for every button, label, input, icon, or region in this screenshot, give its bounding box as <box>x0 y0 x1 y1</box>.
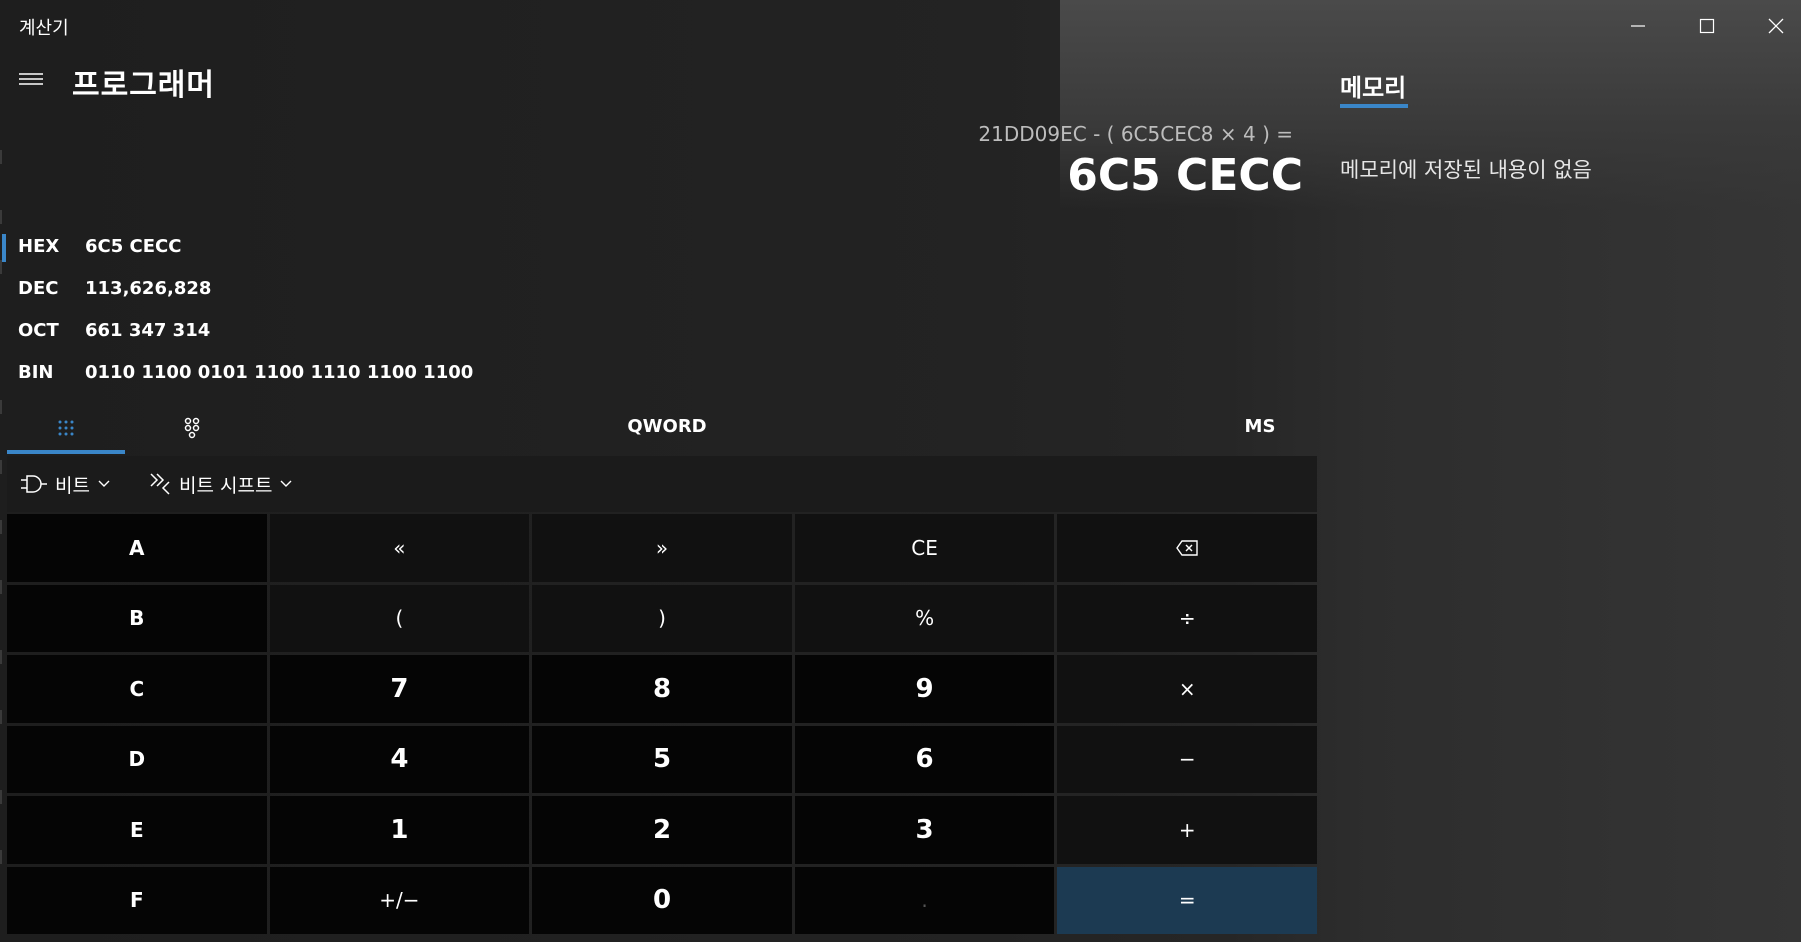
key-9[interactable]: 9 <box>794 655 1055 723</box>
maximize-icon <box>1699 18 1715 34</box>
key-close-paren[interactable]: ) <box>532 584 792 652</box>
maximize-button[interactable] <box>1684 8 1730 44</box>
key-right-shift[interactable]: » <box>532 514 792 582</box>
key-a[interactable]: A <box>7 514 267 582</box>
radix-row-oct[interactable]: OCT 661 347 314 <box>0 312 700 350</box>
navigation-menu-button[interactable] <box>14 64 48 94</box>
bitwise-dropdown[interactable]: 비트 <box>21 456 110 512</box>
chevron-down-icon <box>98 480 110 487</box>
calculator-window: 계산기 프로그래머 21DD09EC - ( 6C5CEC8 × 4 ) = 6… <box>0 0 1801 942</box>
radix-value: 113,626,828 <box>85 278 212 299</box>
memory-empty-message: 메모리에 저장된 내용이 없음 <box>1340 158 1592 182</box>
radix-value: 0110 1100 0101 1100 1110 1100 1100 <box>85 362 474 383</box>
key-5[interactable]: 5 <box>532 725 792 793</box>
radix-row-dec[interactable]: DEC 113,626,828 <box>0 270 700 308</box>
edge-mark <box>0 850 2 864</box>
radix-name: HEX <box>18 236 60 257</box>
key-divide[interactable]: ÷ <box>1057 584 1317 652</box>
radix-name: BIN <box>18 362 54 383</box>
memory-store-button[interactable]: MS <box>1225 416 1295 437</box>
key-0[interactable]: 0 <box>532 866 792 934</box>
key-7[interactable]: 7 <box>269 655 530 723</box>
key-1[interactable]: 1 <box>269 796 530 864</box>
app-title: 계산기 <box>19 18 69 39</box>
minimize-icon <box>1631 25 1645 27</box>
edge-mark <box>0 650 2 664</box>
key-multiply[interactable]: × <box>1057 655 1317 723</box>
memory-tab-underline <box>1340 104 1408 108</box>
bitwise-operations-bar: 비트 비트 시프트 <box>7 456 1317 512</box>
radix-value: 661 347 314 <box>85 320 211 341</box>
chevron-down-icon <box>280 480 292 487</box>
key-add[interactable]: + <box>1057 796 1317 864</box>
radix-name: DEC <box>18 278 59 299</box>
radix-row-bin[interactable]: BIN 0110 1100 0101 1100 1110 1100 1100 <box>0 354 700 392</box>
edge-mark <box>0 790 2 804</box>
close-button[interactable] <box>1753 8 1799 44</box>
bit-toggle-keypad-icon <box>184 417 200 439</box>
expression-display: 21DD09EC - ( 6C5CEC8 × 4 ) = <box>978 122 1293 146</box>
result-display: 6C5 CECC <box>1067 150 1303 201</box>
logic-gate-icon <box>21 475 47 493</box>
selected-indicator <box>2 234 6 262</box>
key-c[interactable]: C <box>7 655 267 723</box>
bitwise-label: 비트 <box>55 474 90 497</box>
bitshift-dropdown[interactable]: 비트 시프트 <box>149 456 292 512</box>
key-open-paren[interactable]: ( <box>269 584 530 652</box>
key-subtract[interactable]: − <box>1057 725 1317 793</box>
bitshift-label: 비트 시프트 <box>179 474 273 497</box>
backspace-icon <box>1176 540 1198 556</box>
key-e[interactable]: E <box>7 796 267 864</box>
key-equals[interactable]: = <box>1057 866 1317 934</box>
edge-mark <box>0 580 2 594</box>
key-2[interactable]: 2 <box>532 796 792 864</box>
memory-tab[interactable]: 메모리 <box>1340 68 1406 103</box>
mode-title: 프로그래머 <box>72 68 215 103</box>
tab-bit-toggle-keypad[interactable] <box>137 402 247 454</box>
full-keypad-icon <box>58 420 74 436</box>
bit-shift-icon <box>150 473 170 495</box>
radix-row-hex[interactable]: HEX 6C5 CECC <box>0 228 700 266</box>
radix-value: 6C5 CECC <box>85 236 182 257</box>
keypad: A « » CE B ( ) % ÷ C 7 8 9 × D 4 5 6 − E… <box>7 514 1317 934</box>
title-bar: 계산기 <box>0 0 1801 52</box>
radix-name: OCT <box>18 320 59 341</box>
minimize-button[interactable] <box>1615 8 1661 44</box>
tab-selected-underline <box>7 450 125 454</box>
key-6[interactable]: 6 <box>794 725 1055 793</box>
key-8[interactable]: 8 <box>532 655 792 723</box>
key-3[interactable]: 3 <box>794 796 1055 864</box>
key-modulo[interactable]: % <box>794 584 1055 652</box>
edge-mark <box>0 460 2 474</box>
key-left-shift[interactable]: « <box>269 514 530 582</box>
close-icon <box>1768 18 1784 34</box>
key-d[interactable]: D <box>7 725 267 793</box>
left-edge-marks <box>0 150 3 930</box>
keypad-mode-bar: QWORD MS <box>7 402 1317 454</box>
tab-full-keypad[interactable] <box>7 402 125 454</box>
edge-mark <box>0 210 2 224</box>
key-clear-entry[interactable]: CE <box>794 514 1055 582</box>
edge-mark <box>0 150 2 164</box>
word-size-button[interactable]: QWORD <box>587 416 747 437</box>
edge-mark <box>0 400 2 414</box>
key-f[interactable]: F <box>7 866 267 934</box>
edge-mark <box>0 520 2 534</box>
key-decimal: . <box>794 866 1055 934</box>
edge-mark <box>0 710 2 724</box>
key-negate[interactable]: +/− <box>269 866 530 934</box>
key-b[interactable]: B <box>7 584 267 652</box>
hamburger-icon <box>19 73 43 85</box>
key-4[interactable]: 4 <box>269 725 530 793</box>
key-backspace[interactable] <box>1057 514 1317 582</box>
